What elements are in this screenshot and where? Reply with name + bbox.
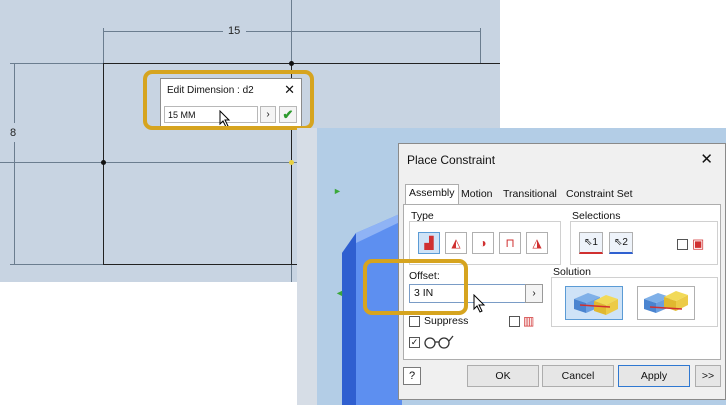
dimension-line <box>14 142 15 264</box>
triad-marker-icon: ◄ <box>335 288 344 298</box>
insert-constraint-icon[interactable]: ⊓ <box>499 232 521 254</box>
dimension-line <box>103 31 223 32</box>
symmetry-constraint-icon[interactable]: ◮ <box>526 232 548 254</box>
sketch-point[interactable] <box>101 160 106 165</box>
tangent-constraint-icon[interactable]: ◑ <box>472 232 494 254</box>
apply-button[interactable]: Apply <box>618 365 690 387</box>
dimension-extension <box>103 28 104 63</box>
flush-solution-button[interactable] <box>637 286 695 320</box>
highlight-offset <box>363 259 468 315</box>
dimension-horizontal[interactable]: 15 <box>228 25 240 37</box>
suppress-checkbox[interactable] <box>409 316 420 327</box>
ok-button[interactable]: OK <box>467 365 539 387</box>
dimension-line <box>246 31 480 32</box>
mouse-cursor-icon <box>473 294 486 313</box>
dimension-extension <box>10 63 103 64</box>
triad-marker-icon: ► <box>333 186 342 196</box>
selection-2-button[interactable]: ⇖2 <box>609 232 633 254</box>
angle-constraint-icon[interactable]: ◭ <box>445 232 467 254</box>
sketch-point[interactable] <box>289 61 294 66</box>
tab-transitional[interactable]: Transitional <box>500 186 560 203</box>
highlight-edit-dimension <box>143 70 314 130</box>
flush-solution-icon <box>644 291 688 313</box>
mate-solution-icon <box>574 293 618 315</box>
show-preview-icon: ▥ <box>523 314 535 328</box>
tab-constraint-set[interactable]: Constraint Set <box>563 186 636 203</box>
close-icon[interactable]: ✕ <box>700 150 713 168</box>
dimension-extension <box>480 28 481 63</box>
more-options-button[interactable]: >> <box>695 365 721 387</box>
chevron-right-icon[interactable]: › <box>525 284 543 303</box>
predict-offset-checkbox[interactable]: ✓ <box>409 337 420 348</box>
viewport-edge <box>297 128 317 405</box>
sketch-line-top[interactable] <box>103 63 500 64</box>
dimension-line <box>14 63 15 123</box>
selection-1-button[interactable]: ⇖1 <box>579 232 603 254</box>
tab-assembly[interactable]: Assembly <box>405 184 459 205</box>
first-selection-only-checkbox[interactable] <box>677 239 688 250</box>
show-preview-checkbox[interactable] <box>509 316 520 327</box>
help-icon[interactable]: ? <box>403 367 421 385</box>
suppress-label: Suppress <box>424 315 469 327</box>
predict-offset-icon <box>424 335 454 349</box>
pick-part-first-icon: ▣ <box>692 236 705 251</box>
dialog-title: Place Constraint <box>407 153 496 167</box>
cancel-button[interactable]: Cancel <box>542 365 614 387</box>
sketch-point[interactable] <box>289 160 294 165</box>
mate-constraint-icon[interactable]: ▟ <box>418 232 440 254</box>
dimension-extension <box>10 264 103 265</box>
dimension-vertical[interactable]: 8 <box>10 127 16 139</box>
mate-solution-button[interactable] <box>565 286 623 320</box>
tab-motion[interactable]: Motion <box>458 186 496 203</box>
